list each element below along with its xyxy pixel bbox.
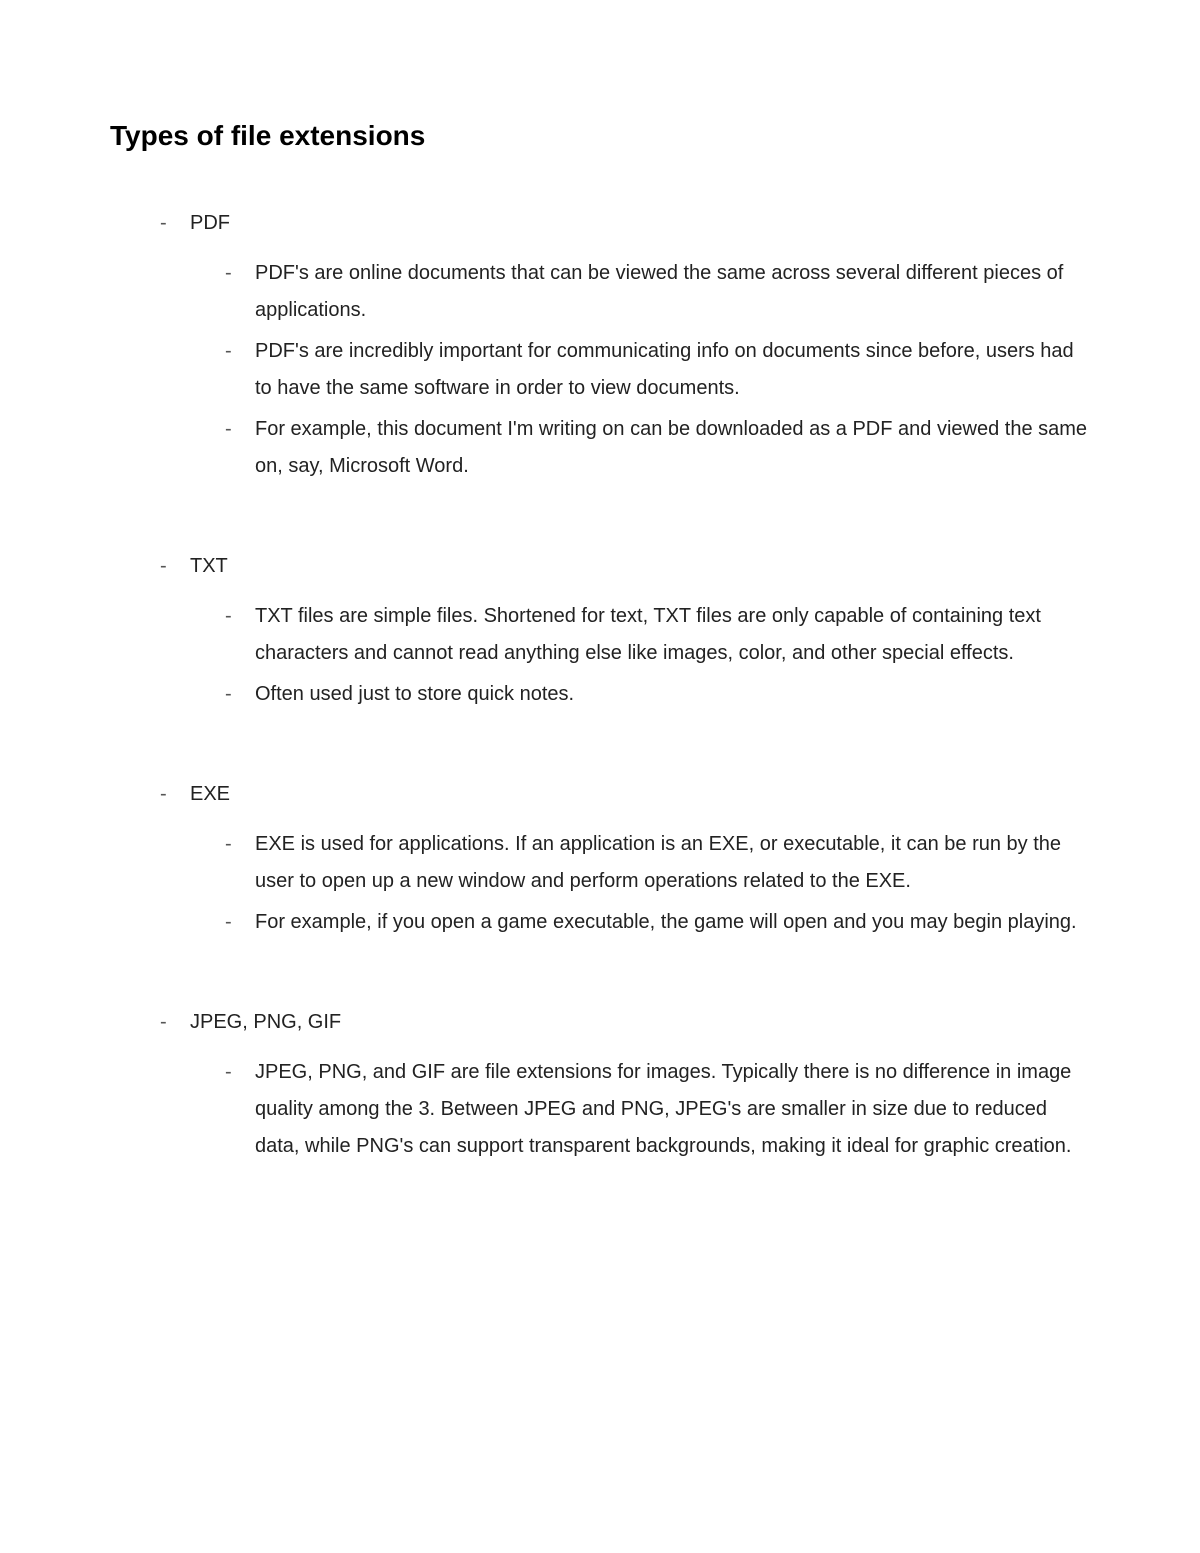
list-item: - PDF's are incredibly important for com… (225, 333, 1090, 407)
section-image-formats: - JPEG, PNG, GIF - JPEG, PNG, and GIF ar… (160, 1011, 1090, 1165)
section-pdf: - PDF - PDF's are online documents that … (160, 212, 1090, 485)
item-text: JPEG, PNG, and GIF are file extensions f… (255, 1054, 1090, 1165)
sub-list: - EXE is used for applications. If an ap… (160, 826, 1090, 941)
item-text: PDF's are incredibly important for commu… (255, 333, 1090, 407)
dash-icon: - (160, 1011, 190, 1034)
dash-icon: - (225, 255, 255, 292)
item-text: TXT files are simple files. Shortened fo… (255, 598, 1090, 672)
section-heading: JPEG, PNG, GIF (190, 1011, 341, 1034)
list-item: - For example, this document I'm writing… (225, 411, 1090, 485)
dash-icon: - (225, 598, 255, 635)
dash-icon: - (225, 1054, 255, 1091)
dash-icon: - (225, 904, 255, 941)
outline-list: - PDF - PDF's are online documents that … (110, 212, 1090, 1165)
section-exe: - EXE - EXE is used for applications. If… (160, 783, 1090, 941)
item-text: For example, this document I'm writing o… (255, 411, 1090, 485)
list-item: - EXE is used for applications. If an ap… (225, 826, 1090, 900)
sub-list: - JPEG, PNG, and GIF are file extensions… (160, 1054, 1090, 1165)
section-heading: EXE (190, 783, 230, 806)
list-item: - TXT files are simple files. Shortened … (225, 598, 1090, 672)
sub-list: - PDF's are online documents that can be… (160, 255, 1090, 485)
list-item: - PDF's are online documents that can be… (225, 255, 1090, 329)
item-text: For example, if you open a game executab… (255, 904, 1090, 941)
section-txt: - TXT - TXT files are simple files. Shor… (160, 555, 1090, 713)
item-text: Often used just to store quick notes. (255, 676, 1090, 713)
dash-icon: - (160, 783, 190, 806)
item-text: EXE is used for applications. If an appl… (255, 826, 1090, 900)
dash-icon: - (160, 555, 190, 578)
sub-list: - TXT files are simple files. Shortened … (160, 598, 1090, 713)
dash-icon: - (225, 676, 255, 713)
list-item: - JPEG, PNG, and GIF are file extensions… (225, 1054, 1090, 1165)
list-item: - For example, if you open a game execut… (225, 904, 1090, 941)
list-item: - Often used just to store quick notes. (225, 676, 1090, 713)
section-heading: PDF (190, 212, 230, 235)
section-heading: TXT (190, 555, 228, 578)
dash-icon: - (225, 826, 255, 863)
item-text: PDF's are online documents that can be v… (255, 255, 1090, 329)
page-title: Types of file extensions (110, 120, 1090, 152)
dash-icon: - (160, 212, 190, 235)
dash-icon: - (225, 333, 255, 370)
dash-icon: - (225, 411, 255, 448)
